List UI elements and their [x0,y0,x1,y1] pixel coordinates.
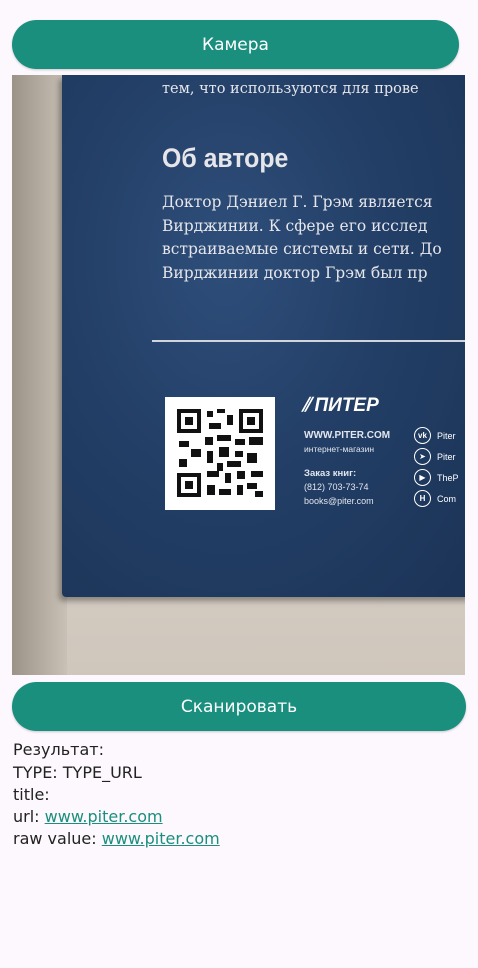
book-paragraph-line: Доктор Дэниел Г. Грэм является [162,193,433,211]
telegram-icon: ➤ [414,448,431,465]
qr-code [165,397,275,510]
publisher-site: WWW.PITER.COM [304,430,391,441]
result-type: TYPE: TYPE_URL [13,763,142,782]
social-item: H Com [414,490,456,507]
result-raw-link[interactable]: www.piter.com [102,829,220,848]
social-item: vk Piter [414,427,456,444]
book-divider [152,340,465,342]
publisher-shop-label: интернет-магазин [304,444,375,454]
vk-icon: vk [414,427,431,444]
publisher-name: ПИТЕР [314,395,379,416]
book-cover: тем, что используются для прове Об автор… [62,75,465,597]
camera-preview-image: тем, что используются для прове Об автор… [12,75,465,675]
result-url-row: url: www.piter.com [13,806,163,828]
result-raw-row: raw value: www.piter.com [13,828,220,850]
social-label: TheP [437,472,459,483]
book-text-line: тем, что используются для прове [162,81,419,97]
result-url-link[interactable]: www.piter.com [45,807,163,826]
result-url-label: url: [13,807,45,826]
social-label: Piter [437,430,456,441]
book-paragraph-line: встраиваемые системы и сети. До [162,240,442,258]
social-label: Com [437,493,457,504]
qr-code-icon [177,409,263,497]
result-raw-label: raw value: [13,829,102,848]
photo-shadow [12,75,67,675]
book-paragraph-line: Вирджинии. К сфере его исслед [162,217,428,235]
order-label: Заказ книг: [304,468,357,479]
publisher-logo: ⫽ ПИТЕР [302,395,379,417]
book-heading: Об авторе [162,143,289,173]
order-phone: (812) 703-73-74 [304,482,369,492]
social-label: Piter [437,451,456,462]
result-label: Результат: [13,740,104,759]
social-item: ▶ TheP [414,469,459,486]
result-title: title: [13,785,50,804]
scan-button[interactable]: Сканировать [12,682,466,731]
h-icon: H [414,490,431,507]
social-item: ➤ Piter [414,448,456,465]
book-paragraph-line: Вирджинии доктор Грэм был пр [162,264,428,282]
play-icon: ▶ [414,469,431,486]
publisher-logo-icon: ⫽ [302,395,311,416]
order-email: books@piter.com [304,496,374,506]
camera-button[interactable]: Камера [12,20,459,69]
